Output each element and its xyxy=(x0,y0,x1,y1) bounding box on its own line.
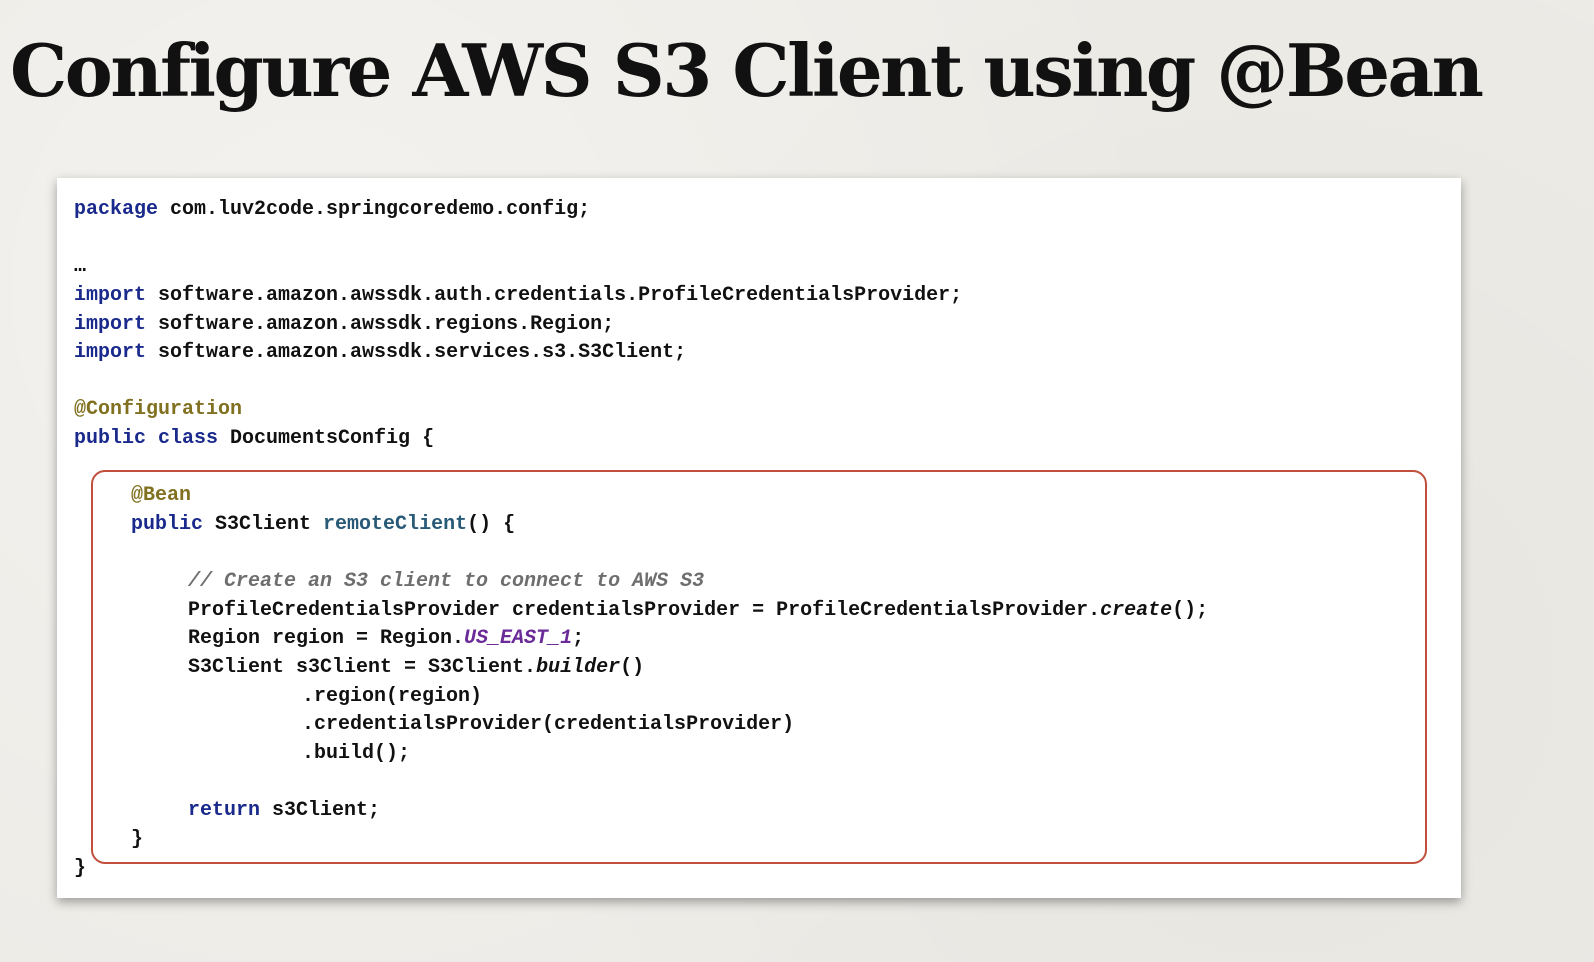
builder-chain-line: .credentialsProvider(credentialsProvider… xyxy=(302,711,794,739)
chain-call: .build(); xyxy=(302,742,411,765)
class-closing-brace: } xyxy=(74,855,86,883)
chain-call: .region(region) xyxy=(302,685,483,708)
package-name: com.luv2code.springcoredemo.config; xyxy=(158,198,591,221)
statement-end: () xyxy=(620,656,645,679)
statement: ProfileCredentialsProvider credentialsPr… xyxy=(188,599,1101,622)
ellipsis-line: … xyxy=(74,253,86,281)
statement-end: ; xyxy=(572,627,585,650)
import-path: software.amazon.awssdk.auth.credentials.… xyxy=(146,284,963,307)
brace: } xyxy=(131,828,144,851)
method-name: remoteClient xyxy=(323,513,468,536)
import-path: software.amazon.awssdk.regions.Region; xyxy=(146,313,615,336)
method-params: () { xyxy=(467,513,516,536)
return-statement: return s3Client; xyxy=(188,797,380,825)
annotation: @Bean xyxy=(131,484,192,507)
statement: Region region = Region. xyxy=(188,627,465,650)
keyword: public class xyxy=(74,427,219,450)
region-line: Region region = Region.US_EAST_1; xyxy=(188,625,584,653)
ellipsis: … xyxy=(74,255,87,278)
class-name: DocumentsConfig { xyxy=(218,427,435,450)
static-method: builder xyxy=(536,656,621,679)
import-line: import software.amazon.awssdk.services.s… xyxy=(74,339,686,367)
s3client-builder-line: S3Client s3Client = S3Client.builder() xyxy=(188,654,644,682)
code-panel: package com.luv2code.springcoredemo.conf… xyxy=(57,178,1461,898)
statement-end: (); xyxy=(1172,599,1209,622)
class-declaration: public class DocumentsConfig { xyxy=(74,425,434,453)
configuration-annotation-line: @Configuration xyxy=(74,396,242,424)
builder-chain-line: .region(region) xyxy=(302,683,482,711)
static-method: create xyxy=(1100,599,1173,622)
keyword: return xyxy=(188,799,261,822)
keyword: import xyxy=(74,341,147,364)
chain-call: .credentialsProvider(credentialsProvider… xyxy=(302,713,795,736)
slide-title: Configure AWS S3 Client using @Bean xyxy=(10,28,1484,113)
keyword: import xyxy=(74,284,147,307)
comment-text: // Create an S3 client to connect to AWS… xyxy=(188,570,705,593)
import-line: import software.amazon.awssdk.auth.crede… xyxy=(74,282,962,310)
statement: S3Client s3Client = S3Client. xyxy=(188,656,537,679)
annotation: @Configuration xyxy=(74,398,243,421)
import-path: software.amazon.awssdk.services.s3.S3Cli… xyxy=(146,341,687,364)
import-line: import software.amazon.awssdk.regions.Re… xyxy=(74,311,614,339)
bean-annotation-line: @Bean xyxy=(131,482,191,510)
keyword: import xyxy=(74,313,147,336)
return-value: s3Client; xyxy=(260,799,381,822)
keyword: package xyxy=(74,198,159,221)
method-signature: public S3Client remoteClient() { xyxy=(131,511,515,539)
credentials-provider-line: ProfileCredentialsProvider credentialsPr… xyxy=(188,597,1208,625)
brace: } xyxy=(74,857,87,880)
code-comment: // Create an S3 client to connect to AWS… xyxy=(188,568,704,596)
return-type: S3Client xyxy=(203,513,324,536)
keyword: public xyxy=(131,513,204,536)
method-closing-brace: } xyxy=(131,826,143,854)
package-declaration: package com.luv2code.springcoredemo.conf… xyxy=(74,196,590,224)
builder-chain-line: .build(); xyxy=(302,740,410,768)
region-constant: US_EAST_1 xyxy=(464,627,573,650)
